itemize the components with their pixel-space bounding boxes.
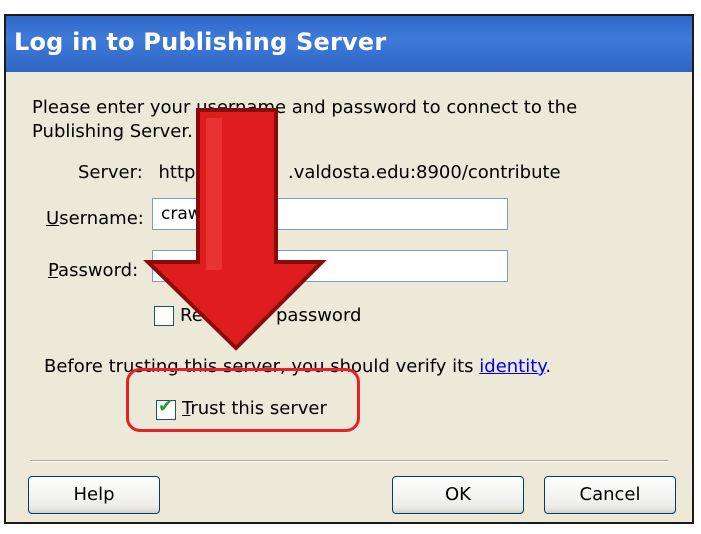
annotation-arrow-icon bbox=[143, 108, 327, 351]
